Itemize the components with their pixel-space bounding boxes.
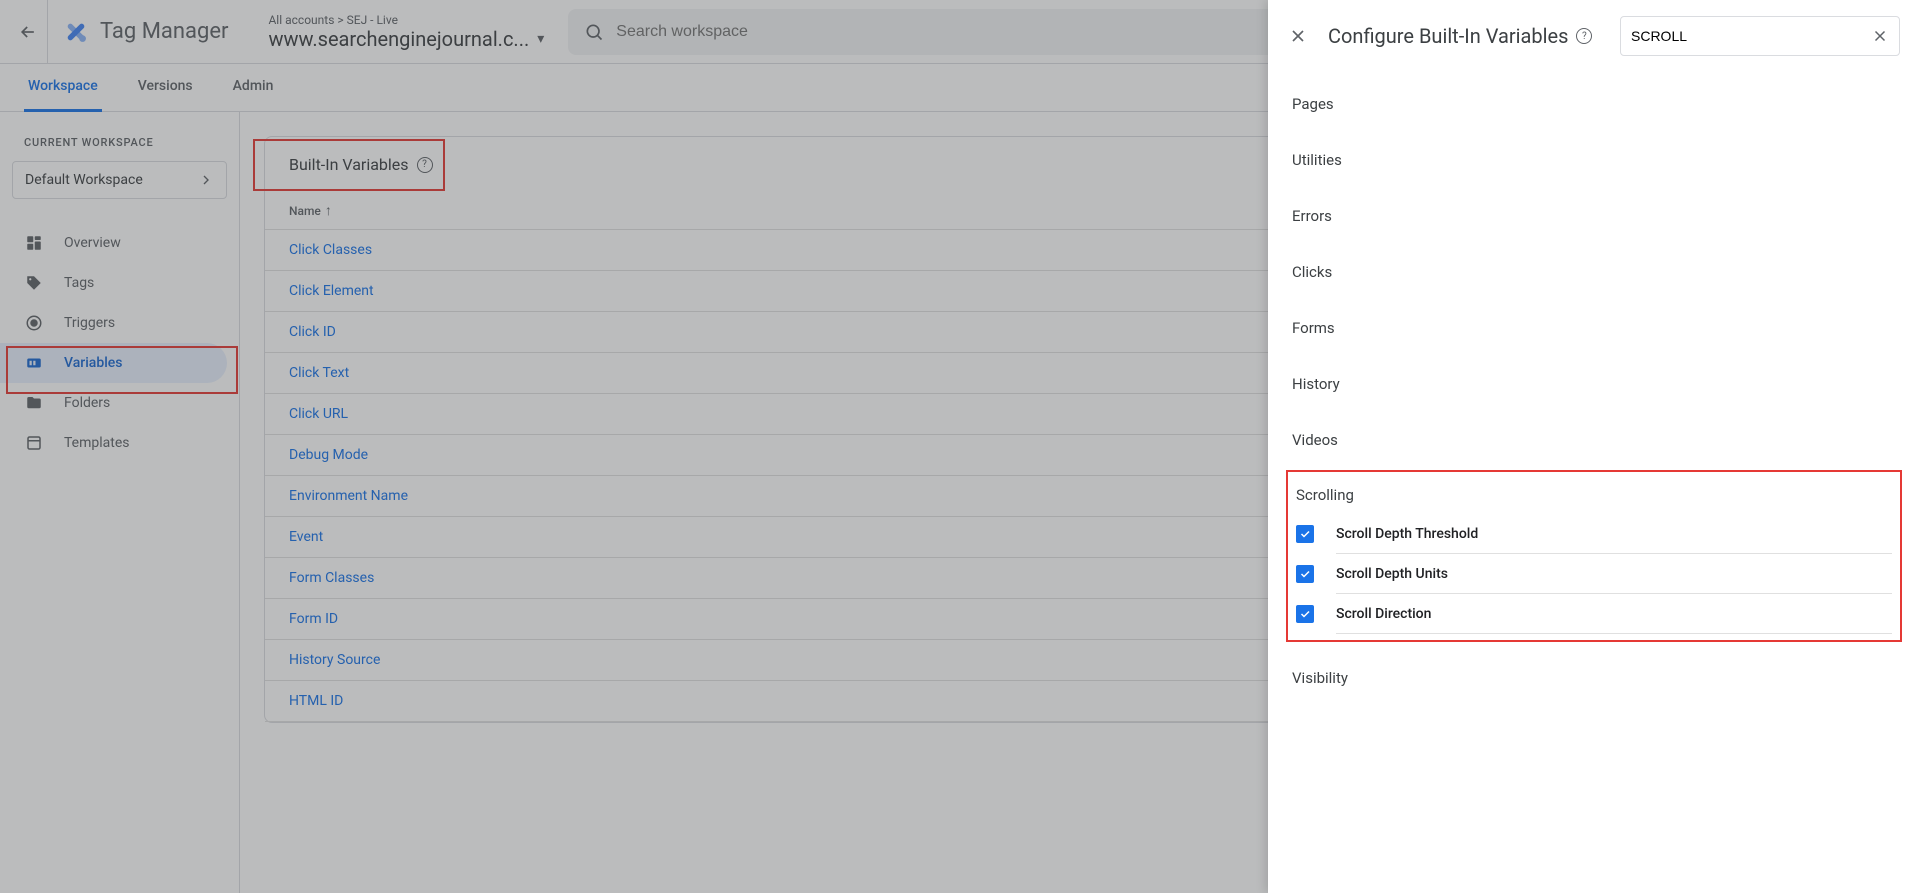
- variable-label: Scroll Depth Threshold: [1336, 514, 1892, 554]
- close-button[interactable]: [1288, 26, 1312, 46]
- clear-search-button[interactable]: [1871, 27, 1889, 45]
- check-icon: [1299, 608, 1311, 620]
- variable-category[interactable]: Utilities: [1292, 132, 1896, 188]
- panel-search-input[interactable]: [1631, 28, 1871, 44]
- variable-category[interactable]: Videos: [1292, 412, 1896, 468]
- panel-search[interactable]: [1620, 16, 1900, 56]
- variable-label: Scroll Depth Units: [1336, 554, 1892, 594]
- variable-category[interactable]: Forms: [1292, 300, 1896, 356]
- variable-category[interactable]: Pages: [1292, 76, 1896, 132]
- panel-header: Configure Built-In Variables ?: [1268, 0, 1920, 72]
- variable-label: Scroll Direction: [1336, 594, 1892, 634]
- variable-category[interactable]: Visibility: [1292, 650, 1896, 706]
- variable-checkbox-row[interactable]: Scroll Depth Units: [1288, 554, 1900, 594]
- configure-variables-panel: Configure Built-In Variables ? PagesUtil…: [1268, 0, 1920, 893]
- panel-title: Configure Built-In Variables: [1328, 24, 1568, 48]
- scrolling-group-label[interactable]: Scrolling: [1288, 480, 1900, 514]
- checkbox[interactable]: [1296, 605, 1314, 623]
- checkbox[interactable]: [1296, 525, 1314, 543]
- scrolling-group-highlight: Scrolling Scroll Depth ThresholdScroll D…: [1286, 470, 1902, 642]
- close-icon: [1288, 26, 1308, 46]
- variable-checkbox-row[interactable]: Scroll Direction: [1288, 594, 1900, 634]
- check-icon: [1299, 528, 1311, 540]
- variable-category[interactable]: Clicks: [1292, 244, 1896, 300]
- panel-body: PagesUtilitiesErrorsClicksFormsHistoryVi…: [1268, 72, 1920, 893]
- variable-category[interactable]: History: [1292, 356, 1896, 412]
- help-icon[interactable]: ?: [1576, 28, 1592, 44]
- variable-checkbox-row[interactable]: Scroll Depth Threshold: [1288, 514, 1900, 554]
- variable-category[interactable]: Errors: [1292, 188, 1896, 244]
- checkbox[interactable]: [1296, 565, 1314, 583]
- check-icon: [1299, 568, 1311, 580]
- close-icon: [1871, 27, 1889, 45]
